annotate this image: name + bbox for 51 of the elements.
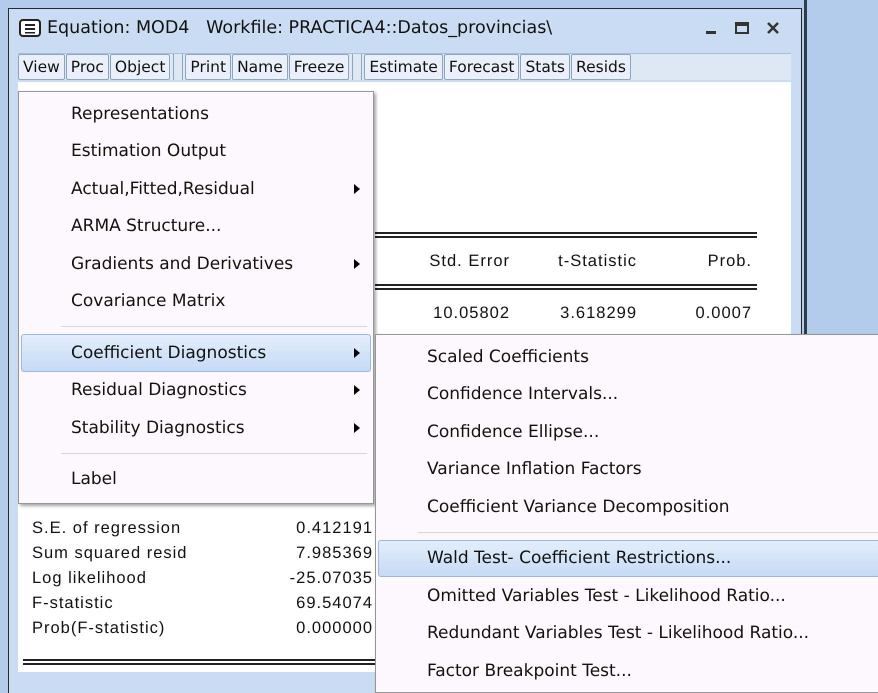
toolbar-button[interactable]: Forecast [444,54,520,80]
menu-item[interactable]: Coefficient Variance Decomposition [378,488,878,526]
menu-item[interactable]: Representations [21,95,371,132]
stat-value: -25.07035 [290,569,373,588]
stat-value: 7.985369 [296,544,373,563]
menu-item[interactable]: Confidence Intervals... [378,376,878,413]
menu-item[interactable]: Label [21,460,371,498]
toolbar-button[interactable]: Freeze [288,54,350,80]
menu-item[interactable]: Confidence Ellipse... [378,413,878,450]
menu-item[interactable]: Factor Breakpoint Test... [378,652,878,690]
menu-item[interactable]: Actual,Fitted,Residual [21,170,371,208]
toolbar-button[interactable]: Stats [520,54,570,80]
toolbar-button[interactable]: Print [185,54,232,80]
stat-value: 0.000000 [296,619,373,638]
toolbar-separator [173,54,184,80]
toolbar-button[interactable]: Proc [66,54,109,80]
menu-item[interactable]: Estimation Output [21,132,371,170]
toolbar-button[interactable]: Object [110,54,170,80]
stat-label: Sum squared resid [32,544,188,563]
menu-item[interactable]: Omitted Variables Test - Likelihood Ratio... [378,577,878,614]
menu-item[interactable]: Residual Diagnostics [21,372,371,409]
close-icon[interactable] [767,22,779,34]
table-cell-text: 10.05802 [432,304,510,322]
toolbar-separator [352,54,362,80]
menu-item[interactable]: Wald Test- Coefficient Restrictions... [378,540,878,577]
menu-item[interactable]: Gradients and Derivatives [21,245,371,282]
stat-label: F-statistic [32,594,114,613]
menu-item[interactable]: Coefficient Diagnostics [21,334,371,372]
toolbar-button[interactable]: Resids [571,54,631,80]
menu-item[interactable]: ARMA Structure... [21,208,371,245]
stat-value: 0.412191 [296,519,373,538]
menu-item[interactable]: Redundant Variables Test - Likelihood Ratio... [378,614,878,652]
window-title: Equation: MOD4 Workfile: PRACTICA4::Datos_provincias\ [47,18,552,38]
column-header: Prob. [706,252,752,270]
column-header: t-Statistic [557,252,637,270]
menu-item[interactable]: Scaled Coefficients [378,338,878,376]
column-header: Std. Error [428,252,510,270]
toolbar-button[interactable]: Name [232,54,288,80]
stat-label: Prob(F-statistic) [32,619,166,638]
table-cell-text: 0.0007 [694,304,752,322]
toolbar-button[interactable]: View [18,54,65,80]
toolbar-button[interactable]: Estimate [364,54,443,80]
stat-label: Log likelihood [32,569,147,588]
table-cell-text: 3.618299 [559,304,637,322]
menu-item[interactable]: Covariance Matrix [21,282,371,320]
maximize-icon[interactable] [735,22,749,34]
menu-item[interactable]: Stability Diagnostics [21,409,371,446]
stat-value: 69.54074 [296,594,373,613]
stat-label: S.E. of regression [32,519,182,538]
menu-item[interactable]: Variance Inflation Factors [378,450,878,488]
menu-icon[interactable] [19,19,41,37]
